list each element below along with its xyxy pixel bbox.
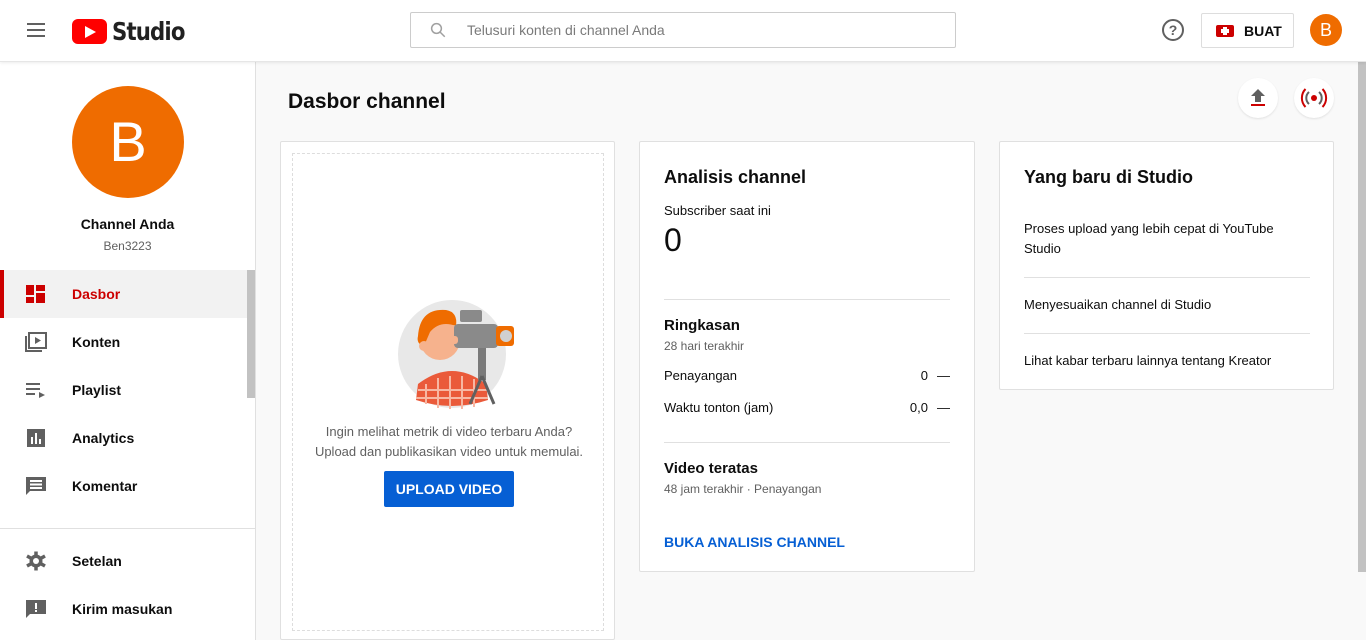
channel-name: Channel Anda xyxy=(80,216,175,232)
sidebar-item-content[interactable]: Konten xyxy=(0,318,247,366)
whats-new-card: Yang baru di Studio Proses upload yang l… xyxy=(999,141,1334,390)
sidebar-item-label: Analytics xyxy=(72,430,135,446)
metric-trend: — xyxy=(937,400,950,415)
top-videos-subtitle: 48 jam terakhir · Penayangan xyxy=(664,482,822,496)
upload-prompt: Ingin melihat metrik di video terbaru An… xyxy=(293,422,605,462)
sidebar-item-feedback[interactable]: Kirim masukan xyxy=(0,585,247,633)
sidebar-item-label: Komentar xyxy=(72,478,138,494)
content-icon xyxy=(25,332,47,352)
sidebar-item-playlist[interactable]: Playlist xyxy=(0,366,247,414)
analytics-divider xyxy=(664,442,950,443)
search-input[interactable] xyxy=(467,13,947,47)
upload-prompt-line1: Ingin melihat metrik di video terbaru An… xyxy=(325,424,573,439)
sidebar-item-comments[interactable]: Komentar xyxy=(0,462,247,510)
sidebar-item-label: Playlist xyxy=(72,382,122,398)
videographer-illustration xyxy=(398,300,514,409)
sidebar-item-dashboard[interactable]: Dasbor xyxy=(0,270,247,318)
search-box xyxy=(410,12,956,48)
summary-period: 28 hari terakhir xyxy=(664,339,745,353)
sidebar: B Channel Anda Ben3223 Dasbor Konten Pla… xyxy=(0,62,256,640)
feedback-icon xyxy=(26,600,46,618)
metric-label: Penayangan xyxy=(664,368,738,383)
metric-value: 0,0 xyxy=(909,400,928,415)
upload-button[interactable] xyxy=(1238,78,1278,118)
go-live-button[interactable] xyxy=(1294,78,1334,118)
sidebar-item-label: Dasbor xyxy=(72,286,121,302)
settings-icon xyxy=(26,551,46,571)
analytics-divider xyxy=(664,299,950,300)
studio-logo[interactable]: Studio xyxy=(72,16,197,46)
top-header: Studio ? BUAT B xyxy=(0,0,1366,62)
subscriber-label: Subscriber saat ini xyxy=(664,203,771,218)
upload-dropzone: Ingin melihat metrik di video terbaru An… xyxy=(292,153,604,631)
metric-row-watch-time: Waktu tonton (jam) 0,0 — xyxy=(664,400,950,420)
upload-card: Ingin melihat metrik di video terbaru An… xyxy=(280,141,615,640)
sidebar-item-label: Setelan xyxy=(72,553,122,569)
subscriber-count: 0 xyxy=(664,222,682,258)
upload-prompt-line2: Upload dan publikasikan video untuk memu… xyxy=(314,444,584,459)
channel-avatar[interactable]: B xyxy=(72,86,184,198)
create-button-label: BUAT xyxy=(1244,22,1282,39)
upload-video-button[interactable]: UPLOAD VIDEO xyxy=(384,471,514,507)
create-button[interactable]: BUAT xyxy=(1201,13,1294,48)
sidebar-item-analytics[interactable]: Analytics xyxy=(0,414,247,462)
create-video-icon xyxy=(1216,24,1234,37)
metric-trend: — xyxy=(937,368,950,383)
news-divider xyxy=(1024,277,1310,278)
logo-text: Studio xyxy=(112,16,185,46)
search-icon xyxy=(430,22,446,38)
sidebar-divider xyxy=(0,528,255,529)
dashboard-icon xyxy=(26,285,45,303)
channel-analytics-card: Analisis channel Subscriber saat ini 0 R… xyxy=(639,141,975,572)
open-channel-analytics-link[interactable]: BUKA ANALISIS CHANNEL xyxy=(664,534,845,550)
menu-icon[interactable] xyxy=(24,19,48,43)
page-title: Dasbor channel xyxy=(288,90,446,113)
help-icon[interactable]: ? xyxy=(1162,19,1184,41)
sidebar-item-label: Kirim masukan xyxy=(72,601,173,617)
playlist-icon xyxy=(26,383,45,398)
top-videos-title: Video teratas xyxy=(664,460,758,477)
analytics-card-title: Analisis channel xyxy=(664,167,807,187)
channel-handle: Ben3223 xyxy=(103,239,152,253)
news-card-title: Yang baru di Studio xyxy=(1024,167,1194,187)
analytics-icon xyxy=(27,429,45,447)
sidebar-item-label: Konten xyxy=(72,334,121,350)
sidebar-item-settings[interactable]: Setelan xyxy=(0,537,247,585)
metric-label: Waktu tonton (jam) xyxy=(664,400,774,415)
news-item[interactable]: Lihat kabar terbaru lainnya tentang Krea… xyxy=(1024,351,1286,371)
comments-icon xyxy=(26,477,46,495)
sidebar-scrollbar[interactable] xyxy=(247,270,255,398)
live-icon xyxy=(1300,88,1328,108)
summary-title: Ringkasan xyxy=(664,317,740,334)
news-item[interactable]: Menyesuaikan channel di Studio xyxy=(1024,295,1286,315)
main-scrollbar[interactable] xyxy=(1358,62,1366,572)
news-divider xyxy=(1024,333,1310,334)
youtube-logo-icon xyxy=(72,18,107,44)
metric-value: 0 xyxy=(920,368,928,383)
upload-icon xyxy=(1251,89,1265,106)
account-avatar[interactable]: B xyxy=(1310,14,1342,46)
metric-row-views: Penayangan 0 — xyxy=(664,368,950,388)
news-item[interactable]: Proses upload yang lebih cepat di YouTub… xyxy=(1024,219,1286,259)
